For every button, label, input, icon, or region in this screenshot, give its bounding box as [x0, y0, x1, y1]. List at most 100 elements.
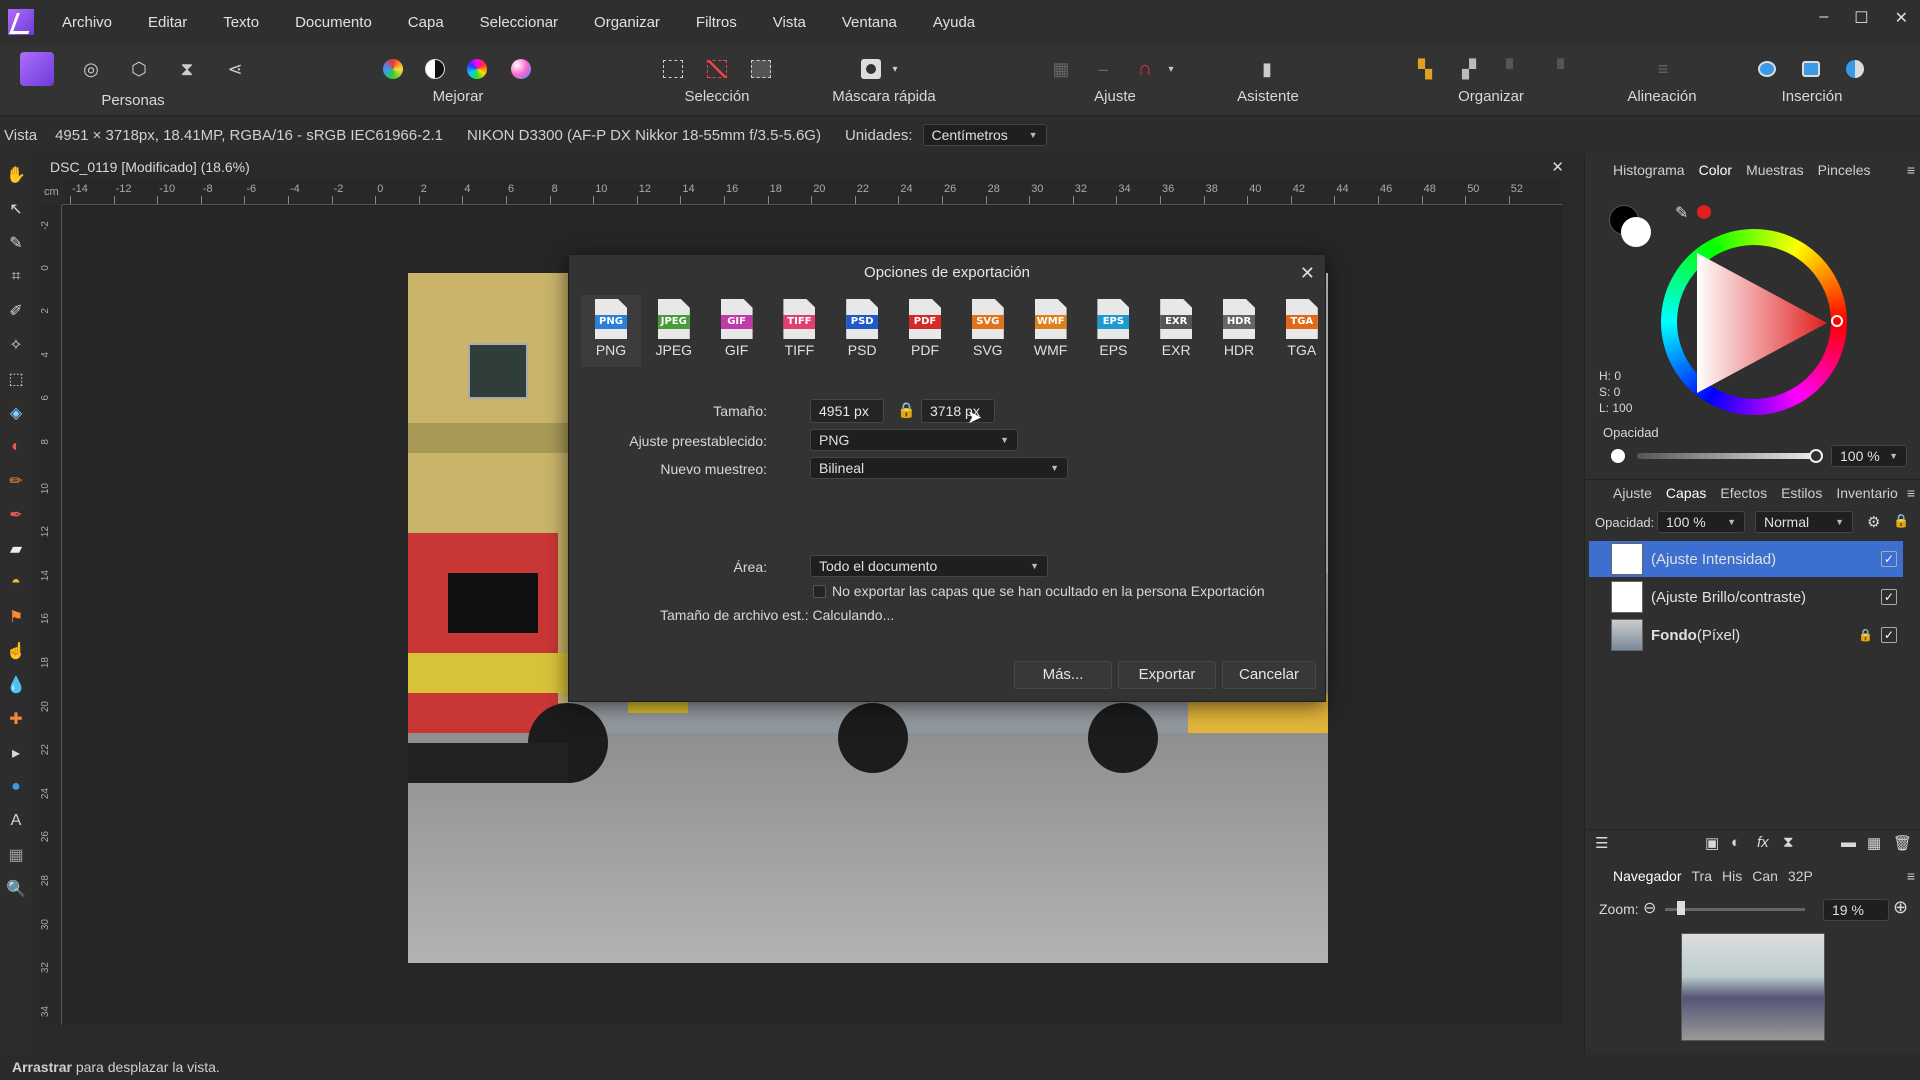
insert-inside-icon[interactable]: [1840, 54, 1870, 84]
format-tga-button[interactable]: TGA TGA: [1272, 299, 1332, 358]
opacity-value-dropdown[interactable]: 100 % ▼: [1831, 445, 1907, 467]
format-gif-button[interactable]: GIF GIF: [707, 299, 767, 358]
pen-tool-icon[interactable]: ▸: [4, 741, 28, 765]
layer-visibility-checkbox[interactable]: ✓: [1881, 627, 1897, 643]
format-exr-button[interactable]: EXR EXR: [1146, 299, 1206, 358]
eyedropper-icon[interactable]: ✎: [1675, 203, 1688, 223]
alignment-icon[interactable]: ≡: [1648, 54, 1678, 84]
menu-vista[interactable]: Vista: [773, 14, 806, 31]
layer-opacity-dropdown[interactable]: 100 % ▼: [1657, 511, 1745, 533]
invert-selection-icon[interactable]: [746, 54, 776, 84]
assistant-icon[interactable]: ▮: [1252, 54, 1282, 84]
menu-documento[interactable]: Documento: [295, 14, 372, 31]
menu-editar[interactable]: Editar: [148, 14, 187, 31]
menu-seleccionar[interactable]: Seleccionar: [480, 14, 558, 31]
blend-mode-dropdown[interactable]: Normal ▼: [1755, 511, 1853, 533]
auto-levels-icon[interactable]: [378, 54, 408, 84]
panel-menu-icon[interactable]: ≡: [1907, 162, 1915, 178]
close-document-button[interactable]: ✕: [1551, 158, 1564, 176]
picked-color-swatch[interactable]: [1697, 205, 1711, 219]
photo-persona-icon[interactable]: [20, 52, 54, 86]
snapping-dropdown-icon[interactable]: ▾: [1164, 54, 1178, 84]
layer-row[interactable]: (Ajuste Intensidad) ✓: [1589, 541, 1903, 577]
cancel-button[interactable]: Cancelar: [1222, 661, 1316, 689]
layers-stack-icon[interactable]: ☰: [1595, 834, 1608, 852]
resample-dropdown[interactable]: Bilineal ▼: [810, 457, 1068, 479]
lock-aspect-icon[interactable]: 🔒: [897, 401, 916, 419]
zoom-value-field[interactable]: 19 %: [1823, 899, 1889, 921]
opacity-slider-handle[interactable]: [1809, 449, 1823, 463]
preset-dropdown[interactable]: PNG ▼: [810, 429, 1018, 451]
panel-menu-icon[interactable]: ≡: [1907, 485, 1915, 501]
zoom-tool-icon[interactable]: 🔍: [4, 877, 28, 901]
color-picker-tool-icon[interactable]: ✎: [4, 231, 28, 255]
menu-archivo[interactable]: Archivo: [62, 14, 112, 31]
quick-mask-dropdown-icon[interactable]: ▾: [888, 54, 902, 84]
view-tool-hand-icon[interactable]: ✋: [4, 163, 28, 187]
add-pixel-layer-icon[interactable]: ▦: [1867, 834, 1881, 852]
tone-mapping-persona-icon[interactable]: ⧗: [172, 54, 202, 84]
trash-icon[interactable]: 🗑: [1893, 834, 1912, 852]
menu-ventana[interactable]: Ventana: [842, 14, 897, 31]
maximize-button[interactable]: ☐: [1854, 8, 1868, 28]
format-svg-button[interactable]: SVG SVG: [958, 299, 1018, 358]
move-forward-one-icon[interactable]: ▘: [1498, 54, 1528, 84]
tab-history[interactable]: His: [1722, 868, 1742, 884]
close-window-button[interactable]: ✕: [1895, 8, 1908, 28]
move-to-front-icon[interactable]: ▝: [1542, 54, 1572, 84]
tab-channels[interactable]: Can: [1752, 868, 1778, 884]
dodge-brush-tool-icon[interactable]: ◓: [4, 571, 28, 595]
layer-visibility-checkbox[interactable]: ✓: [1881, 589, 1897, 605]
liquify-persona-icon[interactable]: ◎: [76, 54, 106, 84]
auto-white-balance-icon[interactable]: [506, 54, 536, 84]
menu-filtros[interactable]: Filtros: [696, 14, 737, 31]
export-persona-icon[interactable]: ⋖: [220, 54, 250, 84]
layer-row[interactable]: (Ajuste Brillo/contraste) ✓: [1589, 579, 1903, 615]
height-input[interactable]: 3718 px: [921, 399, 995, 423]
format-wmf-button[interactable]: WMF WMF: [1021, 299, 1081, 358]
hidden-layers-checkbox[interactable]: [813, 585, 826, 598]
blur-brush-tool-icon[interactable]: 💧: [4, 673, 28, 697]
mesh-warp-tool-icon[interactable]: ▦: [4, 843, 28, 867]
hue-handle[interactable]: [1831, 315, 1843, 327]
insert-behind-icon[interactable]: [1752, 54, 1782, 84]
smudge-brush-tool-icon[interactable]: ☝: [4, 639, 28, 663]
tab-estilos[interactable]: Estilos: [1781, 485, 1822, 501]
more-button[interactable]: Más...: [1014, 661, 1112, 689]
gear-icon[interactable]: ⚙: [1867, 513, 1880, 531]
marquee-tool-icon[interactable]: ⬚: [4, 367, 28, 391]
develop-persona-icon[interactable]: ⬡: [124, 54, 154, 84]
live-filter-icon[interactable]: ⧗: [1783, 834, 1794, 851]
format-png-button[interactable]: PNG PNG: [581, 295, 641, 367]
lock-icon[interactable]: 🔒: [1893, 513, 1909, 529]
quick-mask-icon[interactable]: [856, 54, 886, 84]
color-replacement-tool-icon[interactable]: ✒: [4, 503, 28, 527]
document-tab[interactable]: DSC_0119 [Modificado] (18.6%) ✕: [32, 155, 1582, 179]
zoom-slider[interactable]: [1665, 908, 1805, 911]
deselect-icon[interactable]: [702, 54, 732, 84]
add-group-icon[interactable]: ▬: [1841, 834, 1856, 851]
secondary-color-swatch[interactable]: [1621, 217, 1651, 247]
width-input[interactable]: 4951 px: [810, 399, 884, 423]
minimize-button[interactable]: –: [1819, 8, 1828, 28]
tab-efectos[interactable]: Efectos: [1720, 485, 1767, 501]
auto-colors-icon[interactable]: [462, 54, 492, 84]
move-back-one-icon[interactable]: ▞: [1454, 54, 1484, 84]
zoom-in-icon[interactable]: ⊕: [1893, 897, 1908, 918]
move-to-back-icon[interactable]: ▚: [1410, 54, 1440, 84]
layer-row[interactable]: Fondo (Píxel) 🔒 ✓: [1589, 617, 1903, 653]
fx-icon[interactable]: fx: [1757, 834, 1769, 851]
navigator-thumbnail[interactable]: [1681, 933, 1825, 1041]
tab-transform[interactable]: Tra: [1692, 868, 1712, 884]
selection-brush-tool-icon[interactable]: ✐: [4, 299, 28, 323]
format-eps-button[interactable]: EPS EPS: [1083, 299, 1143, 358]
menu-ayuda[interactable]: Ayuda: [933, 14, 975, 31]
panel-menu-icon[interactable]: ≡: [1907, 868, 1915, 884]
close-dialog-button[interactable]: ✕: [1300, 263, 1315, 284]
zoom-out-icon[interactable]: ⊖: [1643, 898, 1656, 918]
move-tool-icon[interactable]: ↖: [4, 197, 28, 221]
add-mask-icon[interactable]: ▣: [1705, 834, 1719, 852]
opacity-slider[interactable]: [1637, 453, 1817, 459]
format-psd-button[interactable]: PSD PSD: [832, 299, 892, 358]
select-all-icon[interactable]: [658, 54, 688, 84]
